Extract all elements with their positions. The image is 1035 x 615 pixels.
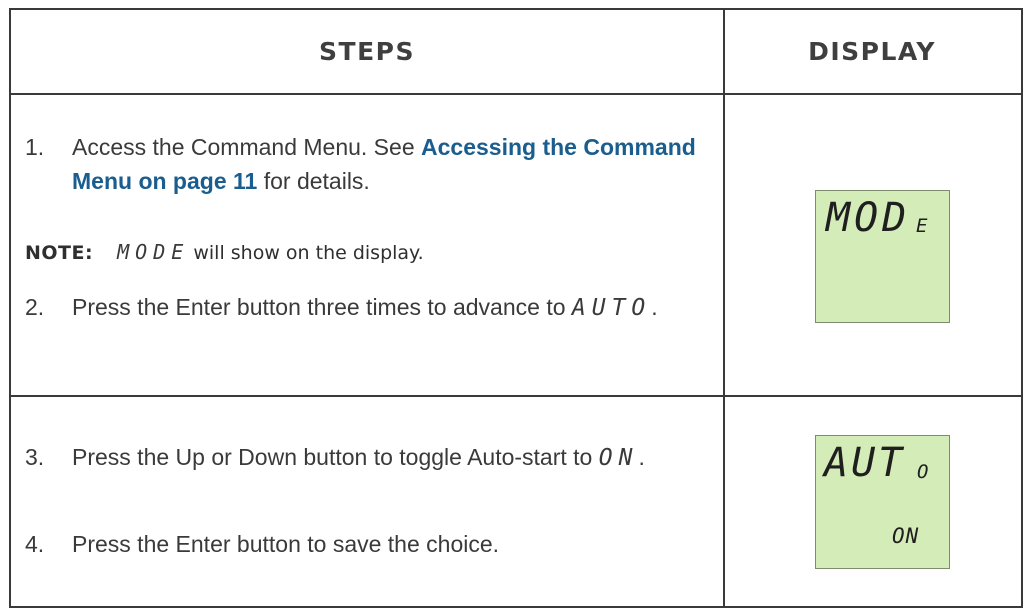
step-4-number: 4. — [25, 531, 45, 557]
step-2-text: Press the Enter button three times to ad… — [72, 294, 572, 320]
row-1-steps-cell: 1. Access the Command Menu. See Accessin… — [9, 93, 725, 397]
note-display-word: MODE — [117, 240, 190, 264]
lcd-mode-main: MOD — [826, 195, 911, 241]
steps-table: STEPS DISPLAY 1. Access the Command Menu… — [9, 8, 1023, 608]
step-3-suffix: . — [638, 444, 645, 470]
step-4-text: Press the Enter button to save the choic… — [72, 531, 500, 557]
step-3-text: Press the Up or Down button to toggle Au… — [72, 444, 599, 470]
row-2-display-cell: AUT O ON — [723, 395, 1023, 608]
lcd-auto-small: O — [917, 461, 929, 483]
lcd-mode-small: E — [916, 215, 928, 237]
step-2-display-word: AUTO — [571, 295, 652, 321]
lcd-display-mode: MOD E — [815, 190, 950, 323]
step-1-number: 1. — [25, 134, 45, 160]
lcd-auto-main: AUT — [824, 440, 906, 486]
step-1-text-after: for details. — [257, 168, 370, 194]
note: NOTE: MODE will show on the display. — [25, 240, 424, 264]
lcd-auto-sub: ON — [892, 524, 920, 548]
header-steps: STEPS — [9, 8, 725, 95]
lcd-display-auto: AUT O ON — [815, 435, 950, 569]
step-3-number: 3. — [25, 444, 45, 470]
step-4: 4. Press the Enter button to save the ch… — [25, 527, 709, 561]
row-1-display-cell: MOD E — [723, 93, 1023, 397]
step-1: 1. Access the Command Menu. See Accessin… — [25, 130, 709, 198]
step-3: 3. Press the Up or Down button to toggle… — [25, 440, 709, 475]
header-steps-label: STEPS — [319, 37, 415, 66]
step-2-number: 2. — [25, 294, 45, 320]
step-3-display-word: ON — [598, 445, 639, 471]
step-1-text: Access the Command Menu. See — [72, 134, 421, 160]
step-2: 2. Press the Enter button three times to… — [25, 290, 709, 325]
row-2-steps-cell: 3. Press the Up or Down button to toggle… — [9, 395, 725, 608]
header-display-label: DISPLAY — [808, 37, 936, 66]
note-label: NOTE: — [25, 242, 94, 264]
note-text: will show on the display. — [187, 242, 424, 264]
header-display: DISPLAY — [723, 8, 1023, 95]
step-2-suffix: . — [651, 294, 658, 320]
